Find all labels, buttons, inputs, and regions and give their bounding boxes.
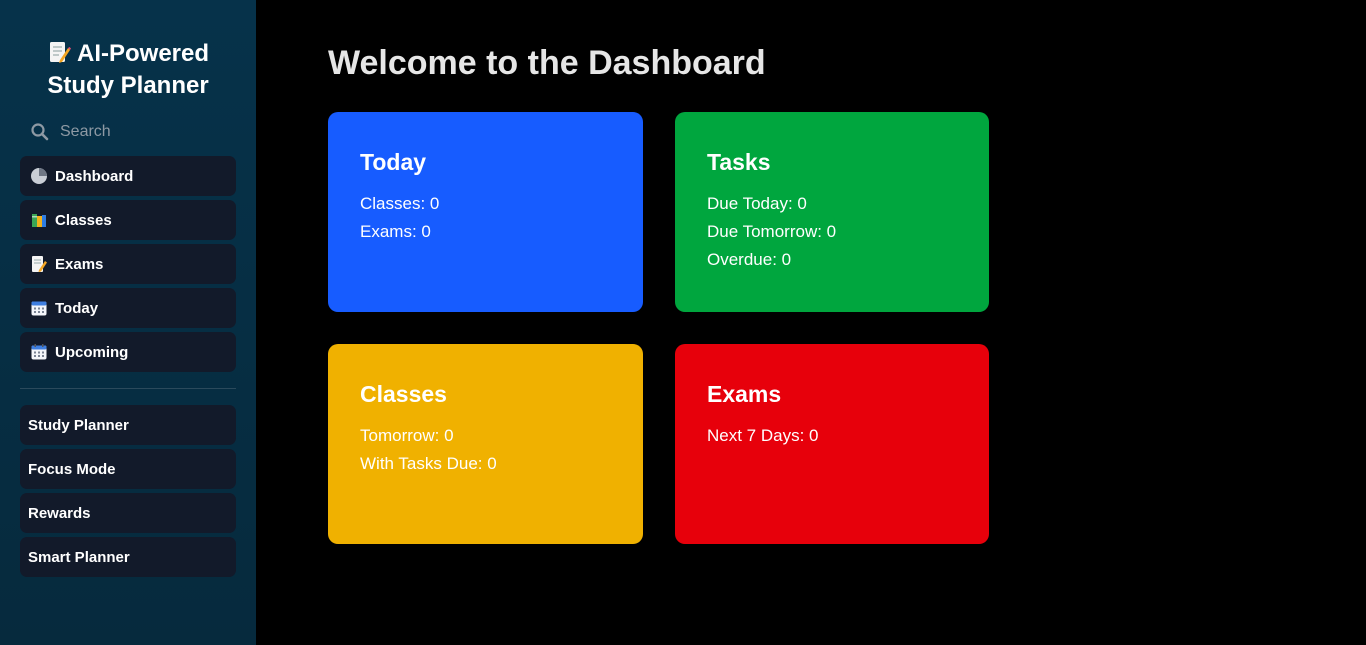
sidebar-item-exams[interactable]: Exams [20, 244, 236, 284]
stat-exams-next-7-days: Next 7 Days: 0 [707, 426, 819, 445]
app-brand: AI-Powered Study Planner [20, 0, 236, 112]
sidebar-item-label: Exams [55, 255, 104, 273]
main-content: Welcome to the Dashboard Today Classes: … [256, 0, 1366, 645]
dashboard-cards: Today Classes: 0 Exams: 0 Tasks Due Toda… [328, 112, 1366, 544]
card-title: Tasks [707, 149, 771, 175]
page-title: Welcome to the Dashboard [328, 44, 766, 82]
sidebar-item-dashboard[interactable]: Dashboard [20, 156, 236, 196]
stat-overdue: Overdue: 0 [707, 250, 792, 269]
sidebar-item-smart-planner[interactable]: Smart Planner [20, 537, 236, 577]
sidebar-item-label: Smart Planner [28, 548, 130, 566]
books-icon [32, 214, 46, 227]
memo-icon [32, 256, 47, 272]
calendar-icon [31, 344, 47, 360]
sidebar-item-rewards[interactable]: Rewards [20, 493, 236, 533]
search-icon [31, 123, 49, 141]
sidebar-item-upcoming[interactable]: Upcoming [20, 332, 236, 372]
sidebar-item-label: Today [55, 299, 99, 317]
sidebar-item-label: Rewards [28, 504, 91, 522]
card-tasks: Tasks Due Today: 0 Due Tomorrow: 0 Overd… [675, 112, 989, 312]
sidebar-item-label: Study Planner [28, 416, 129, 434]
card-classes: Classes Tomorrow: 0 With Tasks Due: 0 [328, 344, 643, 544]
app-window: AI-Powered Study Planner Dashboard [0, 0, 1366, 645]
memo-icon [49, 42, 71, 63]
stat-due-tomorrow: Due Tomorrow: 0 [707, 222, 837, 241]
card-title: Exams [707, 381, 782, 407]
sidebar-item-focus-mode[interactable]: Focus Mode [20, 449, 236, 489]
stat-classes-tomorrow: Tomorrow: 0 [360, 426, 454, 445]
sidebar-item-label: Classes [55, 211, 112, 229]
search-box[interactable] [20, 112, 236, 152]
card-title: Today [360, 149, 427, 175]
sidebar: AI-Powered Study Planner Dashboard [0, 0, 256, 645]
stat-classes-today: Classes: 0 [360, 194, 440, 213]
card-title: Classes [360, 381, 447, 407]
sidebar-divider [20, 388, 236, 389]
card-exams: Exams Next 7 Days: 0 [675, 344, 989, 544]
pie-chart-icon [31, 168, 47, 184]
sidebar-item-today[interactable]: Today [20, 288, 236, 328]
sidebar-item-study-planner[interactable]: Study Planner [20, 405, 236, 445]
card-today: Today Classes: 0 Exams: 0 [328, 112, 643, 312]
stat-exams-today: Exams: 0 [360, 222, 431, 241]
sidebar-item-classes[interactable]: Classes [20, 200, 236, 240]
calendar-icon [31, 301, 47, 316]
sidebar-item-label: Dashboard [55, 167, 134, 185]
sidebar-item-label: Focus Mode [28, 460, 116, 478]
search-input[interactable] [60, 123, 220, 141]
stat-due-today: Due Today: 0 [707, 194, 807, 213]
sidebar-item-label: Upcoming [55, 343, 129, 361]
stat-classes-with-tasks-due: With Tasks Due: 0 [360, 454, 497, 473]
app-title: AI-Powered Study Planner [47, 40, 210, 99]
